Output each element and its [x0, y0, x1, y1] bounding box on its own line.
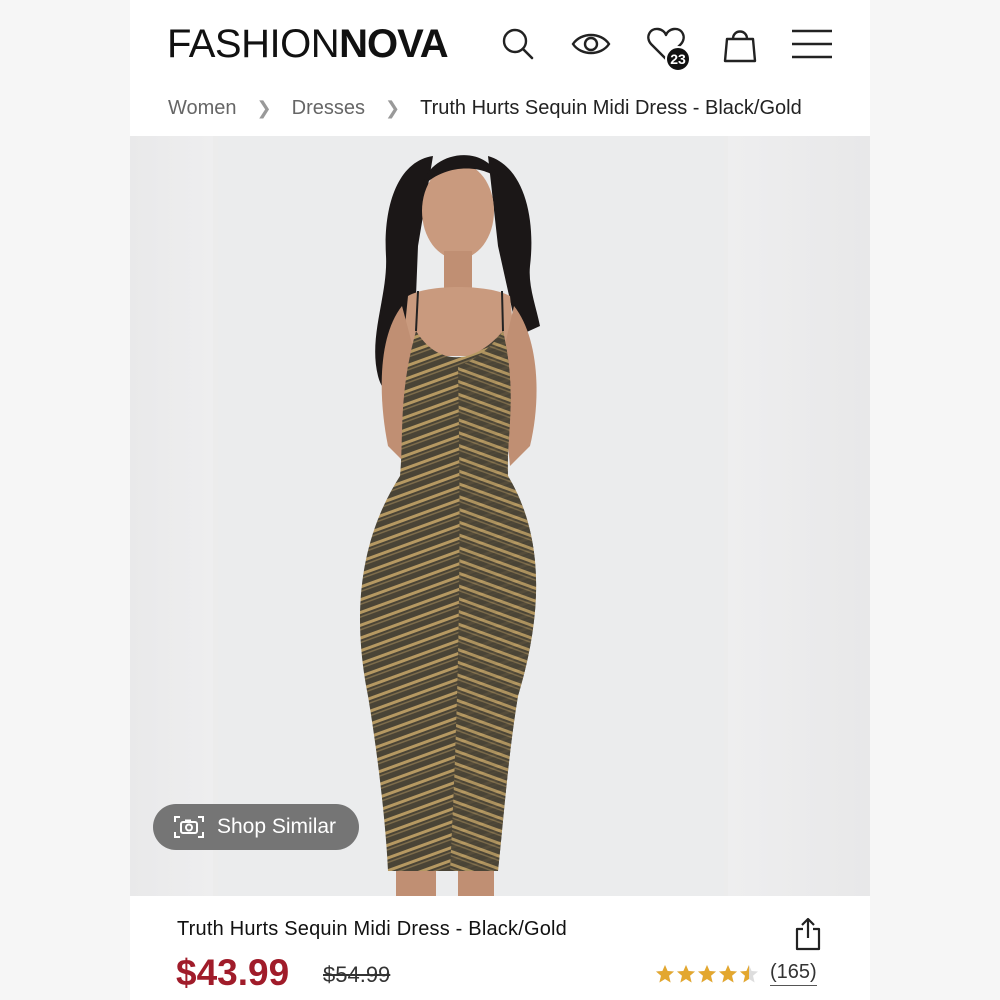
product-image-gallery[interactable]: Shop Similar — [130, 136, 870, 896]
logo-text-thin: FASHION — [167, 22, 340, 66]
original-price: $54.99 — [323, 962, 391, 987]
search-icon[interactable] — [496, 22, 540, 66]
sale-price: $43.99 — [176, 952, 290, 993]
star-icon — [656, 964, 674, 982]
camera-icon — [173, 814, 205, 840]
fashion-nova-logo[interactable]: FASHIONNOVA — [167, 22, 449, 66]
breadcrumb-women[interactable]: Women — [168, 97, 237, 120]
page-background-right — [870, 0, 1000, 1000]
gallery-image-previous[interactable] — [130, 136, 213, 896]
share-icon[interactable] — [792, 916, 824, 952]
product-title: Truth Hurts Sequin Midi Dress - Black/Go… — [177, 918, 568, 940]
star-icon — [677, 964, 695, 982]
product-main-image[interactable] — [218, 136, 724, 896]
product-rating[interactable]: (165) — [655, 961, 817, 986]
star-icon — [698, 964, 716, 982]
logo-text-bold: NOVA — [339, 22, 449, 66]
breadcrumb: Women ❯ Dresses ❯ Truth Hurts Sequin Mid… — [168, 94, 868, 122]
chevron-right-icon: ❯ — [385, 97, 401, 118]
gallery-image-next[interactable] — [728, 136, 870, 896]
product-page: FASHIONNOVA 23 Women ❯ Dresses ❯ Truth H… — [130, 0, 870, 1000]
hamburger-menu-icon[interactable] — [790, 22, 834, 66]
breadcrumb-dresses[interactable]: Dresses — [292, 97, 365, 120]
shop-similar-button[interactable]: Shop Similar — [153, 804, 359, 850]
star-icon — [719, 964, 737, 982]
wishlist-count-badge: 23 — [665, 46, 691, 72]
shopping-bag-icon[interactable] — [718, 22, 762, 66]
chevron-right-icon: ❯ — [256, 97, 272, 118]
site-header: FASHIONNOVA 23 — [130, 0, 870, 90]
shop-similar-label: Shop Similar — [217, 815, 337, 838]
page-background-left — [0, 0, 130, 1000]
star-icon — [740, 964, 758, 982]
eye-icon[interactable] — [569, 22, 613, 66]
star-rating — [655, 964, 760, 984]
review-count-link[interactable]: (165) — [770, 961, 817, 986]
breadcrumb-current-product: Truth Hurts Sequin Midi Dress - Black/Go… — [420, 96, 802, 119]
